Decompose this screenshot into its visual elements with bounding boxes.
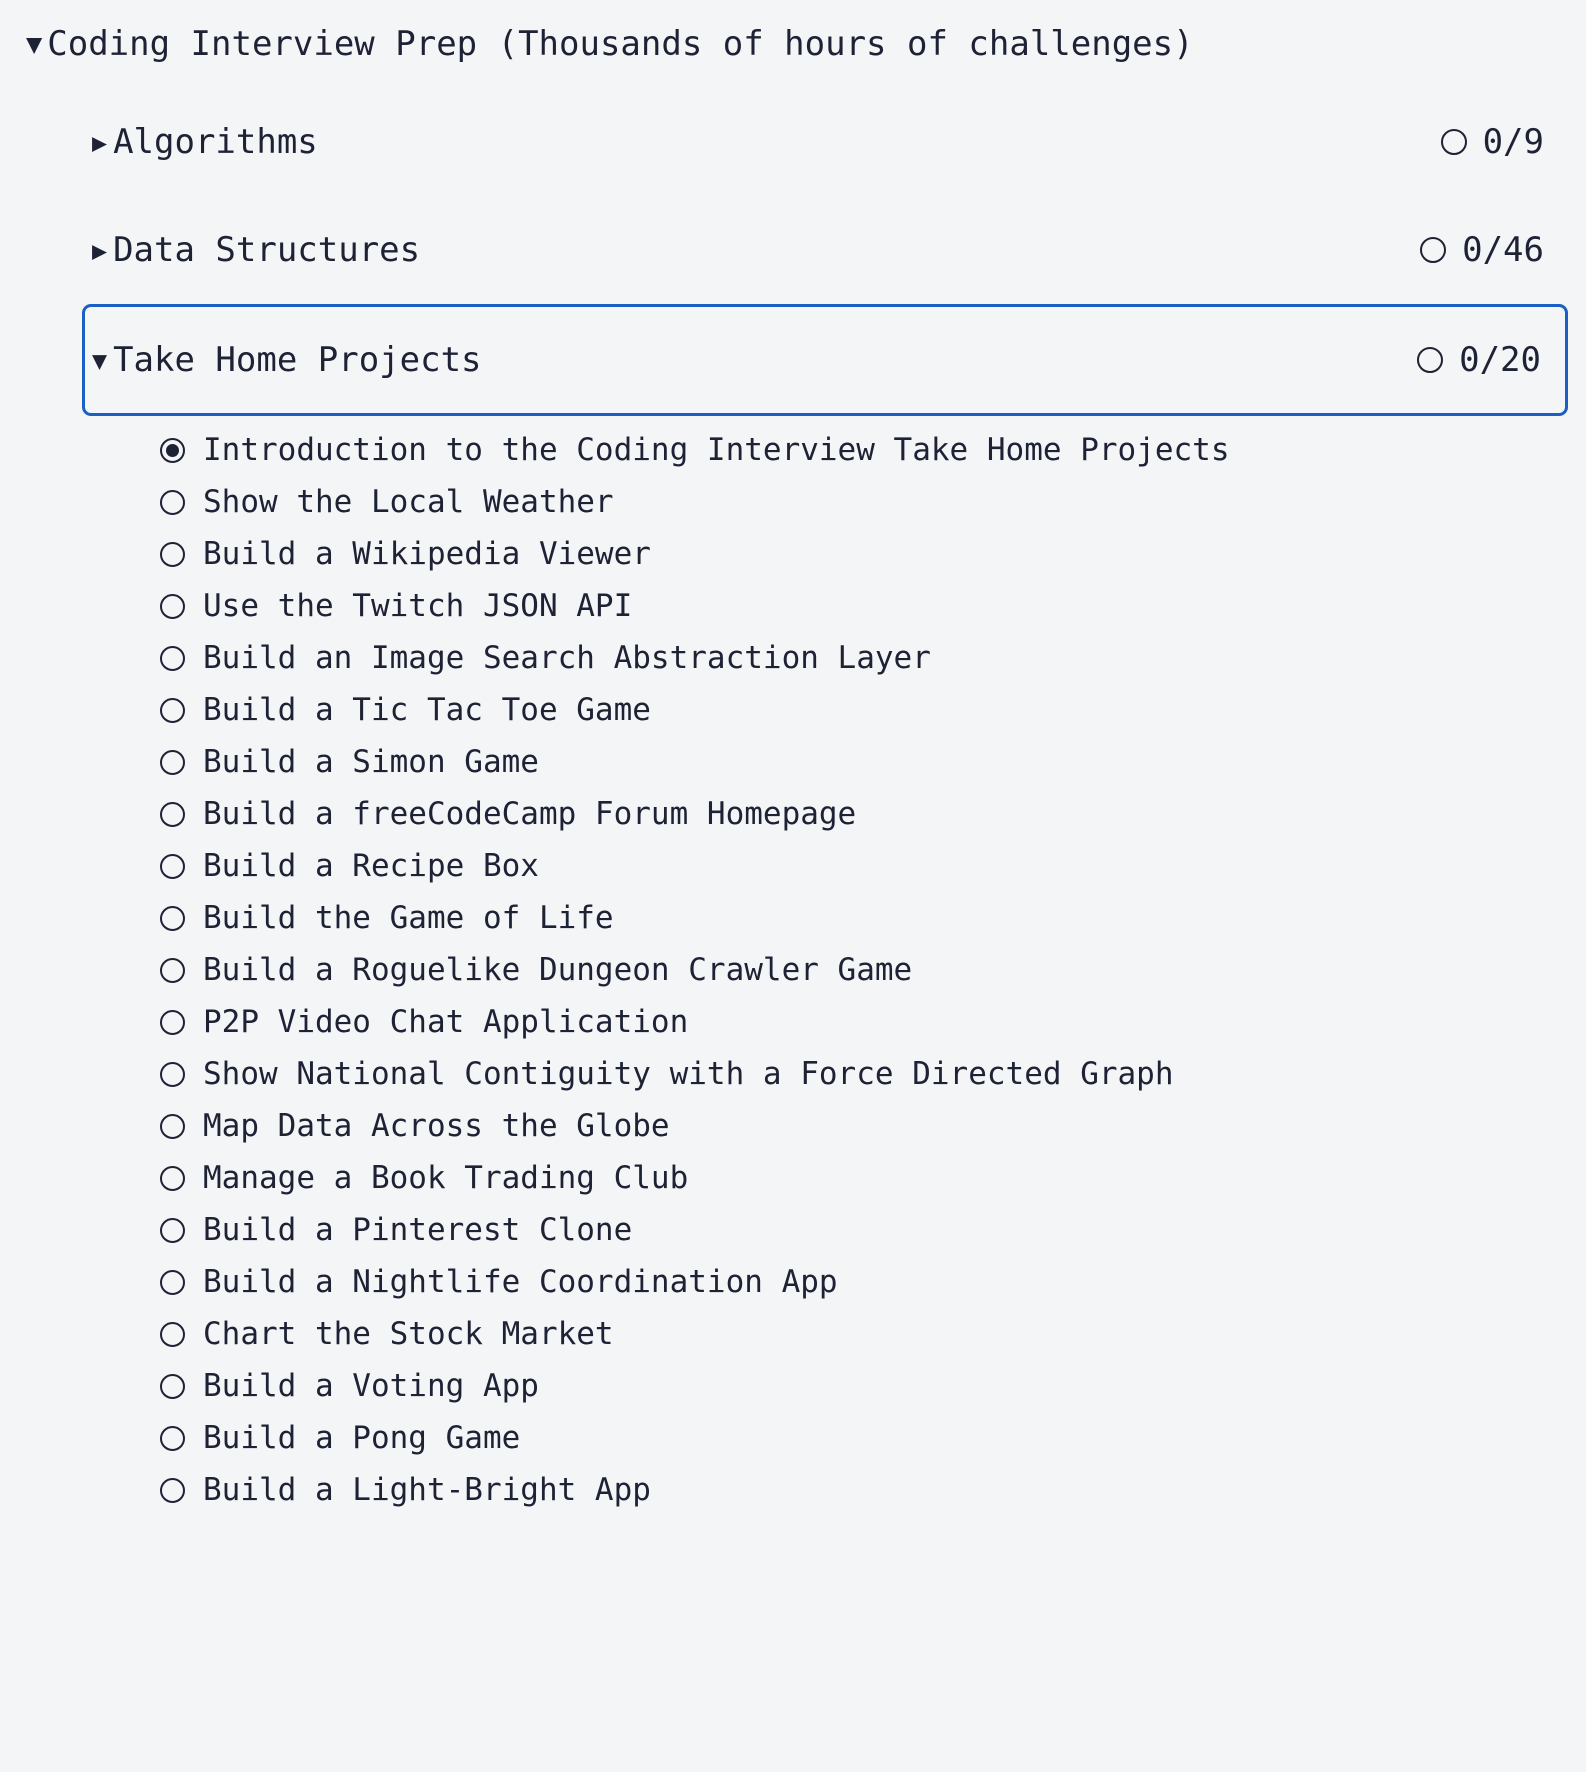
list-item[interactable]: Build a Light-Bright App [0,1464,1586,1516]
section-header-left: ▼ Take Home Projects [92,340,1417,380]
challenge-label: P2P Video Chat Application [203,1003,689,1040]
radio-empty-icon[interactable] [160,697,185,723]
list-item[interactable]: Show National Contiguity with a Force Di… [0,1048,1586,1100]
challenge-label: Introduction to the Coding Interview Tak… [203,431,1230,468]
section-label: Data Structures [113,230,421,270]
list-item[interactable]: P2P Video Chat Application [0,996,1586,1048]
caret-right-icon: ▶ [92,127,108,157]
list-item[interactable]: Build a Wikipedia Viewer [0,528,1586,580]
list-item[interactable]: Build a Roguelike Dungeon Crawler Game [0,944,1586,996]
challenge-label: Build a Recipe Box [203,847,539,884]
circle-empty-icon [1420,237,1447,263]
list-item[interactable]: Build a Pinterest Clone [0,1204,1586,1256]
radio-empty-icon[interactable] [160,957,185,983]
section-count: 0/9 [1482,122,1544,162]
radio-empty-icon[interactable] [160,1321,185,1347]
section-header-left: ▶ Data Structures [92,230,1420,270]
section-count: 0/46 [1462,230,1544,270]
list-item[interactable]: Show the Local Weather [0,476,1586,528]
radio-empty-icon[interactable] [160,1165,185,1191]
challenge-label: Build a Tic Tac Toe Game [203,691,651,728]
circle-empty-icon [1440,129,1467,155]
list-item[interactable]: Build a Tic Tac Toe Game [0,684,1586,736]
list-item[interactable]: Build an Image Search Abstraction Layer [0,632,1586,684]
radio-empty-icon[interactable] [160,749,185,775]
list-item[interactable]: Manage a Book Trading Club [0,1152,1586,1204]
section-header-left: ▶ Algorithms [92,122,1441,162]
radio-empty-icon[interactable] [160,541,185,567]
radio-empty-icon[interactable] [160,1425,185,1451]
radio-empty-icon[interactable] [160,489,185,515]
radio-empty-icon[interactable] [160,853,185,879]
curriculum-tree: ▼ Coding Interview Prep (Thousands of ho… [0,0,1586,1516]
challenge-label: Map Data Across the Globe [203,1107,670,1144]
radio-empty-icon[interactable] [160,801,185,827]
sidebar-item-data-structures[interactable]: ▶ Data Structures 0/46 [82,196,1568,304]
radio-empty-icon[interactable] [160,1061,185,1087]
challenge-label: Build a Voting App [203,1367,539,1404]
list-item[interactable]: Use the Twitch JSON API [0,580,1586,632]
caret-right-icon: ▶ [92,235,108,265]
challenge-label: Build the Game of Life [203,899,614,936]
radio-empty-icon[interactable] [160,1373,185,1399]
section-progress: 0/9 [1440,122,1544,162]
challenge-label: Build a Roguelike Dungeon Crawler Game [203,951,913,988]
caret-down-icon[interactable]: ▼ [26,31,42,58]
list-item[interactable]: Build the Game of Life [0,892,1586,944]
radio-empty-icon[interactable] [160,1009,185,1035]
section-list: ▶ Algorithms 0/9 ▶ Data Structures 0/46 … [0,88,1586,416]
challenge-label: Show National Contiguity with a Force Di… [203,1055,1174,1092]
list-item[interactable]: Introduction to the Coding Interview Tak… [0,424,1586,476]
radio-empty-icon[interactable] [160,1217,185,1243]
radio-empty-icon[interactable] [160,1269,185,1295]
circle-empty-icon [1417,347,1444,373]
section-label: Algorithms [113,122,318,162]
radio-empty-icon[interactable] [160,645,185,671]
list-item[interactable]: Build a Recipe Box [0,840,1586,892]
list-item[interactable]: Build a Voting App [0,1360,1586,1412]
section-count: 0/20 [1459,340,1541,380]
sidebar-item-take-home-projects[interactable]: ▼ Take Home Projects 0/20 [82,304,1568,416]
list-item[interactable]: Map Data Across the Globe [0,1100,1586,1152]
radio-empty-icon[interactable] [160,1477,185,1503]
list-item[interactable]: Build a Simon Game [0,736,1586,788]
section-progress: 0/46 [1420,230,1544,270]
sidebar-item-algorithms[interactable]: ▶ Algorithms 0/9 [82,88,1568,196]
list-item[interactable]: Build a Nightlife Coordination App [0,1256,1586,1308]
root-section-header[interactable]: ▼ Coding Interview Prep (Thousands of ho… [0,0,1586,88]
list-item[interactable]: Build a Pong Game [0,1412,1586,1464]
radio-empty-icon[interactable] [160,593,185,619]
caret-down-icon: ▼ [92,345,108,375]
section-progress: 0/20 [1417,340,1541,380]
challenge-label: Build a Nightlife Coordination App [203,1263,838,1300]
radio-empty-icon[interactable] [160,905,185,931]
challenge-label: Use the Twitch JSON API [203,587,633,624]
challenge-label: Build a Light-Bright App [203,1471,651,1508]
list-item[interactable]: Chart the Stock Market [0,1308,1586,1360]
section-label: Take Home Projects [113,340,482,380]
list-item[interactable]: Build a freeCodeCamp Forum Homepage [0,788,1586,840]
radio-empty-icon[interactable] [160,1113,185,1139]
challenge-label: Chart the Stock Market [203,1315,614,1352]
challenge-label: Build a Pong Game [203,1419,521,1456]
radio-selected-icon[interactable] [160,437,185,463]
challenge-label: Build a Simon Game [203,743,539,780]
challenge-label: Build a Pinterest Clone [203,1211,633,1248]
page-title: Coding Interview Prep (Thousands of hour… [47,24,1194,64]
challenge-label: Show the Local Weather [203,483,614,520]
challenge-label: Build an Image Search Abstraction Layer [203,639,931,676]
challenge-label: Manage a Book Trading Club [203,1159,689,1196]
challenge-label: Build a freeCodeCamp Forum Homepage [203,795,857,832]
challenge-label: Build a Wikipedia Viewer [203,535,651,572]
challenge-list: Introduction to the Coding Interview Tak… [0,416,1586,1516]
